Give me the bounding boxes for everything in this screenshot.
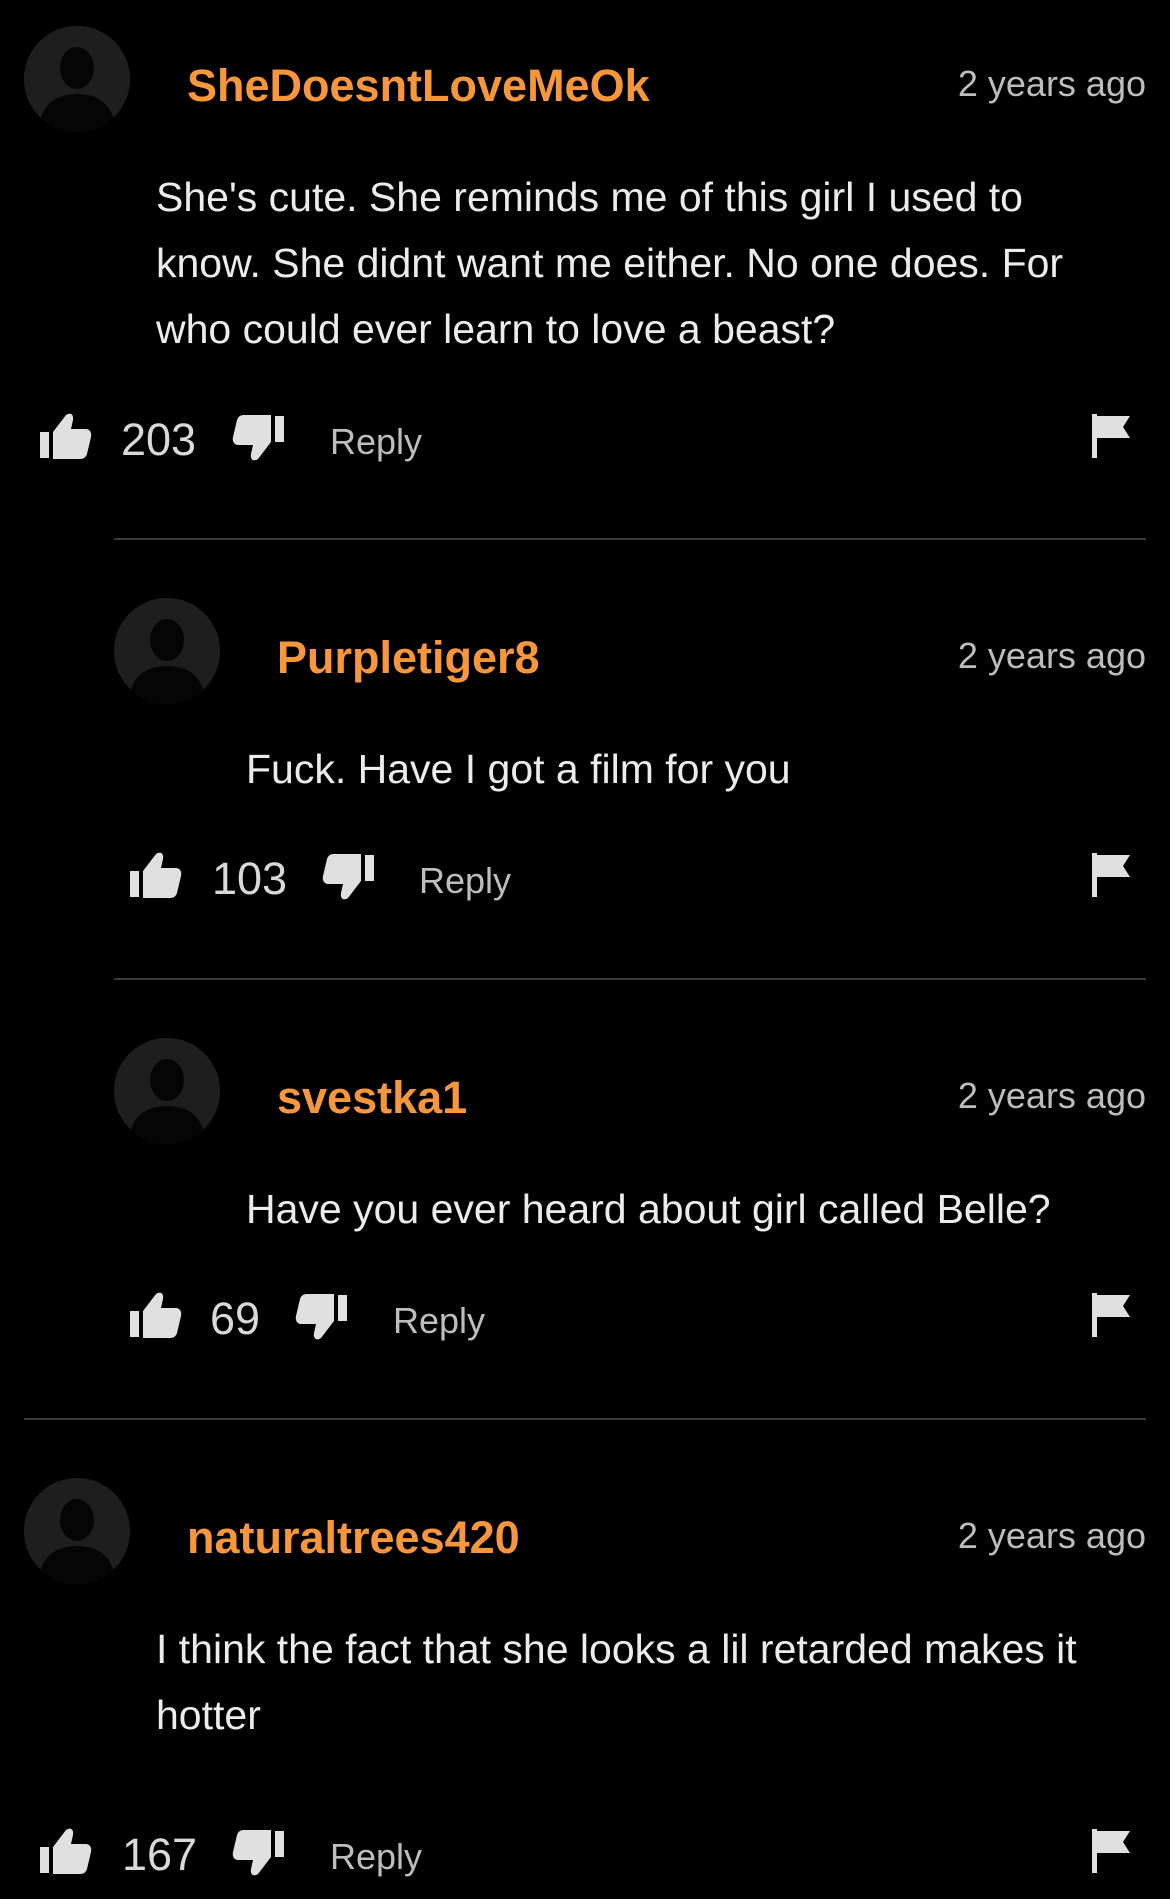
- flag-icon[interactable]: [1092, 1293, 1130, 1337]
- like-count: 167: [122, 1829, 198, 1880]
- like-count: 203: [121, 414, 197, 465]
- like-count: 69: [210, 1293, 261, 1344]
- thumbs-up-icon[interactable]: [40, 412, 92, 460]
- avatar[interactable]: [114, 1038, 220, 1144]
- timestamp: 2 years ago: [957, 63, 1146, 104]
- timestamp: 2 years ago: [957, 1075, 1146, 1116]
- reply-button[interactable]: Reply: [330, 418, 422, 466]
- thumbs-up-icon[interactable]: [130, 851, 182, 899]
- username[interactable]: naturaltrees420: [187, 1512, 520, 1564]
- comment-reply: svestka1 2 years ago Have you ever heard…: [0, 980, 1170, 1420]
- flag-icon[interactable]: [1092, 853, 1130, 897]
- comment-actions: 69 Reply: [0, 1289, 1170, 1349]
- flag-icon[interactable]: [1092, 1829, 1130, 1873]
- thumbs-up-icon[interactable]: [130, 1291, 182, 1339]
- thumbs-up-icon[interactable]: [40, 1827, 92, 1875]
- comment-actions: 203 Reply: [0, 410, 1170, 470]
- username[interactable]: svestka1: [277, 1072, 467, 1124]
- thumbs-down-icon[interactable]: [232, 1829, 284, 1877]
- timestamp: 2 years ago: [957, 1515, 1146, 1556]
- avatar[interactable]: [24, 26, 130, 132]
- comment-text: I think the fact that she looks a lil re…: [156, 1626, 1077, 1738]
- user-silhouette-icon: [114, 598, 220, 704]
- user-silhouette-icon: [24, 1478, 130, 1584]
- comment-reply: Purpletiger8 2 years ago Fuck. Have I go…: [0, 540, 1170, 980]
- reply-button[interactable]: Reply: [419, 857, 511, 905]
- thumbs-down-icon[interactable]: [232, 414, 284, 462]
- reply-button[interactable]: Reply: [330, 1833, 422, 1881]
- username[interactable]: SheDoesntLoveMeOk: [187, 60, 650, 112]
- user-silhouette-icon: [114, 1038, 220, 1144]
- thumbs-down-icon[interactable]: [295, 1293, 347, 1341]
- avatar[interactable]: [114, 598, 220, 704]
- like-count: 103: [212, 853, 288, 904]
- flag-icon[interactable]: [1092, 414, 1130, 458]
- comment-actions: 103 Reply: [0, 849, 1170, 909]
- comment: naturaltrees420 2 years ago I think the …: [0, 1420, 1170, 1899]
- timestamp: 2 years ago: [957, 635, 1146, 676]
- comment-actions: 167 Reply: [0, 1825, 1170, 1885]
- reply-button[interactable]: Reply: [393, 1297, 485, 1345]
- comment-text: Have you ever heard about girl called Be…: [246, 1186, 1051, 1232]
- comment: SheDoesntLoveMeOk 2 years ago She's cute…: [0, 0, 1170, 540]
- comment-text: She's cute. She reminds me of this girl …: [156, 174, 1064, 352]
- comment-text: Fuck. Have I got a film for you: [246, 746, 791, 792]
- user-silhouette-icon: [24, 26, 130, 132]
- username[interactable]: Purpletiger8: [277, 632, 540, 684]
- avatar[interactable]: [24, 1478, 130, 1584]
- thumbs-down-icon[interactable]: [322, 853, 374, 901]
